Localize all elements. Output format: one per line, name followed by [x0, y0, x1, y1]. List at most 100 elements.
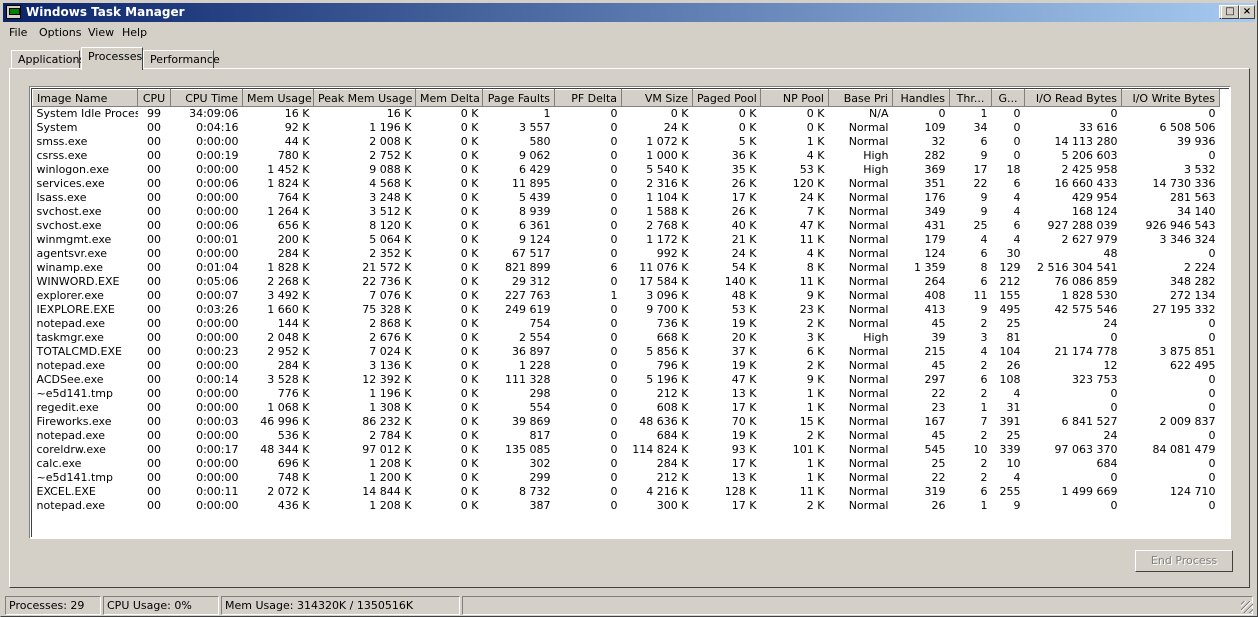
cell-io-write-bytes: 0	[1208, 471, 1216, 484]
process-row[interactable]: ACDSee.exe 00 0:00:14 3 528 K 12 392 K0 K 111…	[33, 373, 1220, 387]
cell-base-pri: Normal	[848, 359, 889, 372]
process-row[interactable]: winmgmt.exe 00 0:00:01 200 K 5 064 K 0 K 9 124…	[33, 233, 1220, 247]
close-button[interactable]: ×	[1239, 5, 1255, 19]
process-row[interactable]: Fireworks.exe 00 0:00:03 46 996 K 86 232 K 0 …	[33, 415, 1220, 429]
cell-cpu-time: 34:09:06	[189, 107, 239, 120]
process-row[interactable]: calc.exe 00 0:00:00 696 K 1 208 K 0 K 302 0 284 …	[33, 457, 1220, 471]
cell-paged-pool: 47 K	[731, 373, 757, 386]
cell-pf-delta: 0	[610, 121, 618, 134]
cell-io-write-bytes: 0	[1208, 247, 1216, 260]
process-row[interactable]: services.exe 00 0:00:06 1 824 K 4 568 K 0 K 11…	[33, 177, 1220, 191]
tab-applications[interactable]: Applications	[11, 50, 85, 69]
cell-pf-delta: 0	[610, 219, 618, 232]
process-row[interactable]: coreldrw.exe 00 0:00:17 48 344 K 97 012 K 0 K…	[33, 443, 1220, 457]
process-row[interactable]: taskmgr.exe 00 0:00:00 2 048 K2 676 K0 K2 5…	[33, 331, 1220, 345]
cell-io-read-bytes: 2 627 979	[1061, 233, 1118, 246]
process-row[interactable]: IEXPLORE.EXE 00 0:03:26 1 660 K 75 328 K 0 K 2…	[33, 303, 1220, 317]
cell-image-name: notepad.exe	[36, 359, 106, 372]
process-row[interactable]: svchost.exe 00 0:00:00 1 264 K 3 512 K 0 K 8 9…	[33, 205, 1220, 219]
cell-page-faults: 1 228	[519, 359, 551, 372]
cell-mem-usage: 1 452 K	[267, 163, 310, 176]
cell-gdi-objects: 339	[999, 443, 1021, 456]
menu-file[interactable]: File	[9, 26, 27, 39]
cell-np-pool: 6 K	[806, 345, 825, 358]
cell-cpu-time: 0:00:00	[196, 205, 239, 218]
cell-peak-mem-usage: 1 196 K	[369, 387, 412, 400]
cell-np-pool: 4 K	[806, 247, 825, 260]
column-header-handles[interactable]: Handles	[892, 89, 950, 107]
cell-cpu: 00	[147, 331, 161, 344]
process-row[interactable]: notepad.exe 00 0:00:00 436 K1 208 K0 K 387 0 3…	[33, 499, 1220, 513]
cell-io-read-bytes: 0	[1110, 387, 1118, 400]
process-row[interactable]: WINWORD.EXE 00 0:05:06 2 268 K 22 736 K 0 K 29…	[33, 275, 1220, 289]
cell-io-write-bytes: 0	[1208, 457, 1216, 470]
column-header-base-pri[interactable]: Base Pri	[828, 89, 893, 107]
cell-gdi-objects: 255	[999, 485, 1021, 498]
cell-handles: 215	[924, 345, 946, 358]
cell-gdi-objects: 391	[999, 415, 1021, 428]
cell-page-faults: 554	[529, 401, 551, 414]
column-header-mem-delta[interactable]: Mem Delta	[415, 89, 483, 107]
column-header-gdi-objects[interactable]: G...	[991, 89, 1025, 107]
cell-paged-pool: 19 K	[731, 359, 757, 372]
menu-view[interactable]: View	[88, 26, 114, 39]
process-row[interactable]: System 00 0:04:16 92 K 1 196 K 0 K 3 557 0 24 K 0…	[33, 121, 1220, 135]
process-row[interactable]: EXCEL.EXE 00 0:00:11 2 072 K 14 844 K 0 K 8 73…	[33, 485, 1220, 499]
process-row[interactable]: lsass.exe 00 0:00:00 764 K 3 248 K 0 K 5 439 0 1…	[33, 191, 1220, 205]
cell-mem-delta: 0 K	[460, 331, 479, 344]
title-bar[interactable]: Windows Task Manager _ □ ×	[3, 3, 1255, 22]
process-row[interactable]: System Idle Process 99 34:09:06 16 K 16 K 0 K…	[33, 107, 1220, 122]
column-header-threads[interactable]: Thr...	[949, 89, 992, 107]
menu-options[interactable]: Options	[39, 26, 81, 39]
column-header-io-write-bytes[interactable]: I/O Write Bytes	[1121, 89, 1220, 107]
cell-gdi-objects: 4	[1013, 387, 1021, 400]
process-row[interactable]: ~e5d141.tmp 00 0:00:00 748 K1 200 K0 K 299 0 2…	[33, 471, 1220, 485]
cell-image-name: agentsvr.exe	[36, 247, 108, 260]
column-header-cpu[interactable]: CPU	[137, 89, 171, 107]
column-header-page-faults[interactable]: Page Faults	[482, 89, 555, 107]
cell-base-pri: Normal	[848, 317, 889, 330]
column-header-np-pool[interactable]: NP Pool	[760, 89, 829, 107]
column-header-paged-pool[interactable]: Paged Pool	[692, 89, 761, 107]
tab-processes[interactable]: Processes	[81, 47, 143, 70]
process-list[interactable]: Image Name CPU CPU Time Mem Usage Peak Mem U…	[29, 86, 1231, 539]
column-header-image-name[interactable]: Image Name	[32, 89, 138, 107]
process-row[interactable]: winlogon.exe 00 0:00:00 1 452 K 9 088 K 0 K 6 …	[33, 163, 1220, 177]
process-row[interactable]: notepad.exe 00 0:00:00 144 K 2 868 K 0 K 754 0 7…	[33, 317, 1220, 331]
resize-grip-icon[interactable]	[1241, 601, 1253, 613]
cell-vm-size: 1 072 K	[646, 135, 689, 148]
cell-cpu-time: 0:03:26	[196, 303, 239, 316]
column-header-peak-mem-usage[interactable]: Peak Mem Usage	[313, 89, 416, 107]
column-header-vm-size[interactable]: VM Size	[621, 89, 693, 107]
process-row[interactable]: notepad.exe 00 0:00:00 536 K 2 784 K 0 K 817 0 6…	[33, 429, 1220, 443]
process-row[interactable]: regedit.exe 00 0:00:00 1 068 K1 308 K0 K 554…	[33, 401, 1220, 415]
cell-base-pri: Normal	[848, 177, 889, 190]
cell-mem-delta: 0 K	[460, 387, 479, 400]
menu-help[interactable]: Help	[122, 26, 147, 39]
cell-vm-size: 114 824 K	[632, 443, 689, 456]
cell-np-pool: 1 K	[806, 387, 825, 400]
tab-performance[interactable]: Performance	[143, 50, 220, 69]
process-row[interactable]: notepad.exe 00 0:00:00 284 K 3 136 K 0 K 1 228…	[33, 359, 1220, 373]
cell-image-name: smss.exe	[36, 135, 88, 148]
column-header-pf-delta[interactable]: PF Delta	[554, 89, 622, 107]
end-process-button[interactable]: End Process	[1135, 550, 1233, 572]
process-row[interactable]: smss.exe 00 0:00:00 44 K 2 008 K 0 K 580 0 1 072…	[33, 135, 1220, 149]
column-header-io-read-bytes[interactable]: I/O Read Bytes	[1024, 89, 1122, 107]
process-row[interactable]: ~e5d141.tmp 00 0:00:00 776 K1 196 K0 K 298 0 2…	[33, 387, 1220, 401]
maximize-button[interactable]: □	[1221, 5, 1239, 19]
column-header-cpu-time[interactable]: CPU Time	[170, 89, 243, 107]
process-row[interactable]: csrss.exe 00 0:00:19 780 K2 752 K0 K9 062 0 1…	[33, 149, 1220, 163]
process-row[interactable]: svchost.exe 00 0:00:06 656 K 8 120 K 0 K 6 361…	[33, 219, 1220, 233]
cell-base-pri: Normal	[848, 275, 889, 288]
cell-mem-usage: 200 K	[277, 233, 310, 246]
cell-paged-pool: 93 K	[731, 443, 757, 456]
process-row[interactable]: TOTALCMD.EXE 00 0:00:23 2 952 K 7 024 K 0 K 36…	[33, 345, 1220, 359]
column-header-mem-usage[interactable]: Mem Usage	[242, 89, 314, 107]
process-row[interactable]: winamp.exe 00 0:01:04 1 828 K 21 572 K 0 K 821…	[33, 261, 1220, 275]
process-row[interactable]: agentsvr.exe 00 0:00:00 284 K2 352 K0 K 67 5…	[33, 247, 1220, 261]
cell-vm-size: 1 172 K	[646, 233, 689, 246]
cell-io-write-bytes: 6 508 506	[1159, 121, 1216, 134]
process-row[interactable]: explorer.exe 00 0:00:07 3 492 K 7 076 K 0 K 22…	[33, 289, 1220, 303]
cell-gdi-objects: 6	[1013, 219, 1021, 232]
